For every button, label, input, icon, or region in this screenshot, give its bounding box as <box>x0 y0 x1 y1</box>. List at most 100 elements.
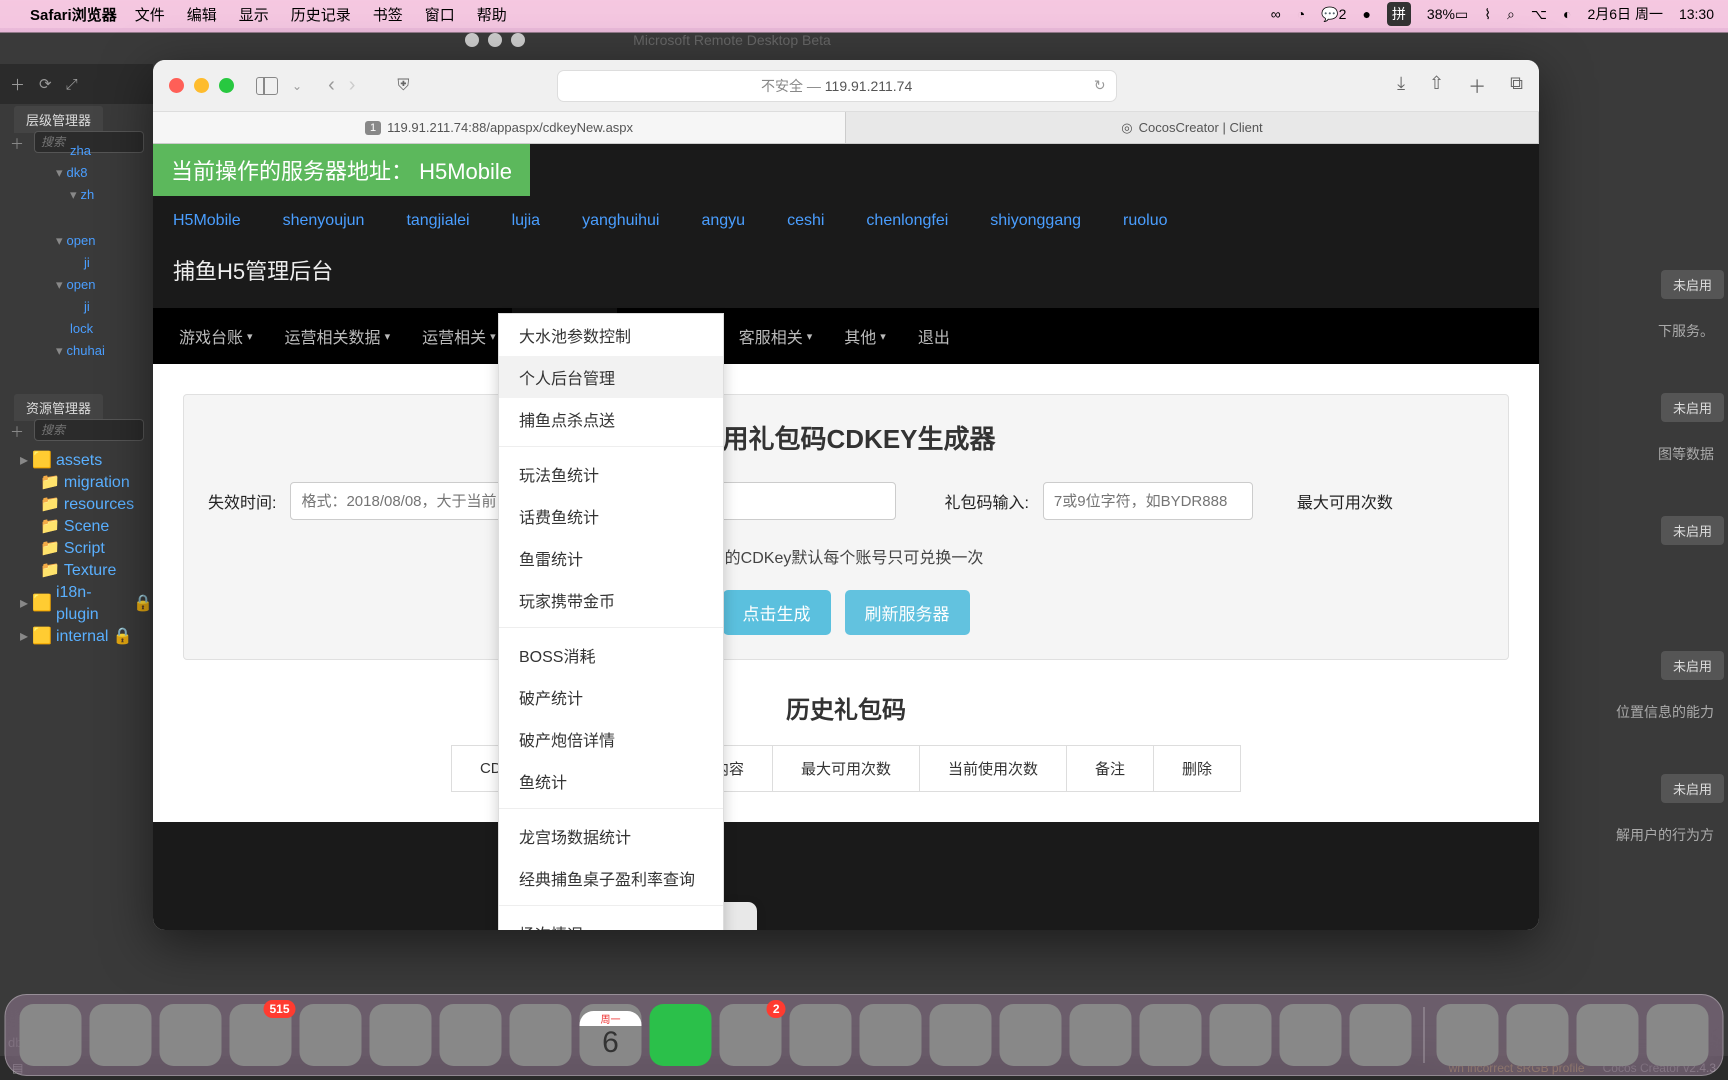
dock-drop-app2[interactable] <box>1507 1004 1569 1066</box>
refresh-servers-button[interactable]: 刷新服务器 <box>845 590 970 635</box>
nav-logout[interactable]: 退出 <box>902 308 966 364</box>
dropdown-item[interactable]: 玩法鱼统计 <box>499 453 723 495</box>
tree-item[interactable]: lock <box>0 318 153 340</box>
nav-back-icon[interactable]: ‹ <box>328 74 335 97</box>
srv-link[interactable]: chenlongfei <box>866 212 948 230</box>
asset-item[interactable]: 🟨 internal 🔒 <box>0 626 153 648</box>
menubar-siri-icon[interactable]: ◐ <box>1563 6 1571 22</box>
asset-item[interactable]: 📁 resources <box>0 494 153 516</box>
cocos-hierarchy-title[interactable]: 层级管理器 <box>14 106 103 133</box>
generate-button[interactable]: 点击生成 <box>723 590 831 635</box>
menu-view[interactable]: 显示 <box>239 4 269 25</box>
srv-link[interactable]: ceshi <box>787 212 824 230</box>
dock-photos[interactable] <box>370 1004 432 1066</box>
menubar-app-name[interactable]: Safari浏览器 <box>30 4 117 25</box>
asset-item[interactable]: 📁 Scene <box>0 516 153 538</box>
srv-link[interactable]: lujia <box>512 212 540 230</box>
dropdown-item[interactable]: 龙宫场数据统计 <box>499 815 723 857</box>
dock-appstore[interactable] <box>1000 1004 1062 1066</box>
nav-other[interactable]: 其他▾ <box>828 308 902 364</box>
menu-bookmarks[interactable]: 书签 <box>373 4 403 25</box>
download-icon[interactable]: ⤓ <box>1397 73 1405 99</box>
menubar-wechat[interactable]: 💬 2 <box>1321 6 1346 23</box>
menu-help[interactable]: 帮助 <box>477 4 507 25</box>
asset-item[interactable]: 📁 migration <box>0 472 153 494</box>
dock-iqiyi[interactable] <box>650 1004 712 1066</box>
dock-drop-app[interactable] <box>1437 1004 1499 1066</box>
cocos-add-icon[interactable]: ＋ <box>10 74 25 95</box>
dock-vscode[interactable] <box>930 1004 992 1066</box>
dock-safari[interactable] <box>160 1004 222 1066</box>
cocos-enable-btn[interactable]: 未启用 <box>1661 651 1724 680</box>
dock-reminders[interactable] <box>440 1004 502 1066</box>
nav-service[interactable]: 客服相关▾ <box>723 308 829 364</box>
dock-notes[interactable] <box>1577 1004 1639 1066</box>
asset-item[interactable]: 🟨 assets <box>0 450 153 472</box>
menubar-wifi-icon[interactable]: ⌇ <box>1484 6 1491 23</box>
menubar-date[interactable]: 2月6日 周一 <box>1587 4 1662 24</box>
cocos-assets-title[interactable]: 资源管理器 <box>14 394 103 421</box>
srv-link[interactable]: H5Mobile <box>173 212 241 230</box>
dock-calendar[interactable]: 周一6 <box>580 1004 642 1066</box>
cocos-refresh-icon[interactable]: ⟳ <box>39 75 52 93</box>
dock-netease[interactable] <box>860 1004 922 1066</box>
cocos-enable-btn[interactable]: 未启用 <box>1661 516 1724 545</box>
dock-system-prefs[interactable] <box>1350 1004 1412 1066</box>
tree-item[interactable]: ji <box>0 252 153 274</box>
menu-history[interactable]: 历史记录 <box>291 4 351 25</box>
dock-trash[interactable] <box>1647 1004 1709 1066</box>
dropdown-item[interactable]: 话费鱼统计 <box>499 495 723 537</box>
dropdown-item[interactable]: 个人后台管理 <box>499 356 723 398</box>
menubar-notif-icon[interactable]: ● <box>1362 6 1370 22</box>
asset-item[interactable]: 📁 Texture <box>0 560 153 582</box>
menubar-search-icon[interactable]: ⌕ <box>1507 6 1515 23</box>
dropdown-item[interactable]: 鱼统计 <box>499 760 723 802</box>
menu-window[interactable]: 窗口 <box>425 4 455 25</box>
tab-overview-icon[interactable]: ⧉ <box>1510 73 1523 99</box>
dock-simulator[interactable] <box>1210 1004 1272 1066</box>
tree-item[interactable]: zha <box>0 140 153 162</box>
tree-item[interactable]: dk8 <box>0 162 153 184</box>
dropdown-item[interactable]: 经典捕鱼桌子盈利率查询 <box>499 857 723 899</box>
cocos-enable-btn[interactable]: 未启用 <box>1661 393 1724 422</box>
dropdown-item[interactable]: 场次情况 <box>499 912 723 930</box>
new-tab-icon[interactable]: ＋ <box>1468 73 1486 99</box>
dock-folder[interactable] <box>1280 1004 1342 1066</box>
dock-launchpad[interactable] <box>90 1004 152 1066</box>
srv-link[interactable]: tangjialei <box>406 212 469 230</box>
menu-file[interactable]: 文件 <box>135 4 165 25</box>
tree-item[interactable]: chuhai <box>0 340 153 362</box>
share-icon[interactable]: ⇧ <box>1429 73 1444 99</box>
privacy-shield-icon[interactable]: ⛨ <box>397 77 409 95</box>
menubar-battery[interactable]: 38% ▭ <box>1427 6 1468 23</box>
asset-item[interactable]: 📁 Script <box>0 538 153 560</box>
dropdown-item[interactable]: 捕鱼点杀点送 <box>499 398 723 440</box>
cocos-enable-btn[interactable]: 未启用 <box>1661 774 1724 803</box>
tree-item[interactable]: ji <box>0 296 153 318</box>
tree-item[interactable]: zh <box>0 184 153 206</box>
srv-link[interactable]: shenyoujun <box>283 212 365 230</box>
asset-item[interactable]: 🟨 i18n-plugin 🔒 <box>0 582 153 626</box>
dock-finder[interactable] <box>20 1004 82 1066</box>
nav-game-account[interactable]: 游戏台账▾ <box>163 308 269 364</box>
menubar-icon-2[interactable]: ◔ <box>1297 6 1305 22</box>
dropdown-item[interactable]: 破产统计 <box>499 676 723 718</box>
dock-qq[interactable] <box>790 1004 852 1066</box>
dropdown-item[interactable]: 破产炮倍详情 <box>499 718 723 760</box>
srv-link[interactable]: ruoluo <box>1123 212 1167 230</box>
menubar-input-method[interactable]: 拼 <box>1387 2 1411 26</box>
safari-sidebar-icon[interactable] <box>256 77 278 95</box>
dock-wxwork[interactable] <box>1140 1004 1202 1066</box>
traffic-lights[interactable] <box>169 78 234 93</box>
cocos-expand-icon[interactable]: ⤢ <box>66 76 78 93</box>
dock-baidu[interactable] <box>1070 1004 1132 1066</box>
tree-item[interactable]: open <box>0 230 153 252</box>
safari-address-bar[interactable]: 不安全 — 119.91.211.74 ↻ <box>557 70 1117 102</box>
cocos-add-asset-icon[interactable]: ＋ <box>10 422 24 442</box>
dock-cocos[interactable] <box>510 1004 572 1066</box>
menubar-control-center-icon[interactable]: ⌥ <box>1531 6 1547 23</box>
tree-item[interactable]: open <box>0 274 153 296</box>
dropdown-item[interactable]: 鱼雷统计 <box>499 537 723 579</box>
srv-link[interactable]: yanghuihui <box>582 212 659 230</box>
menubar-time[interactable]: 13:30 <box>1679 6 1714 22</box>
